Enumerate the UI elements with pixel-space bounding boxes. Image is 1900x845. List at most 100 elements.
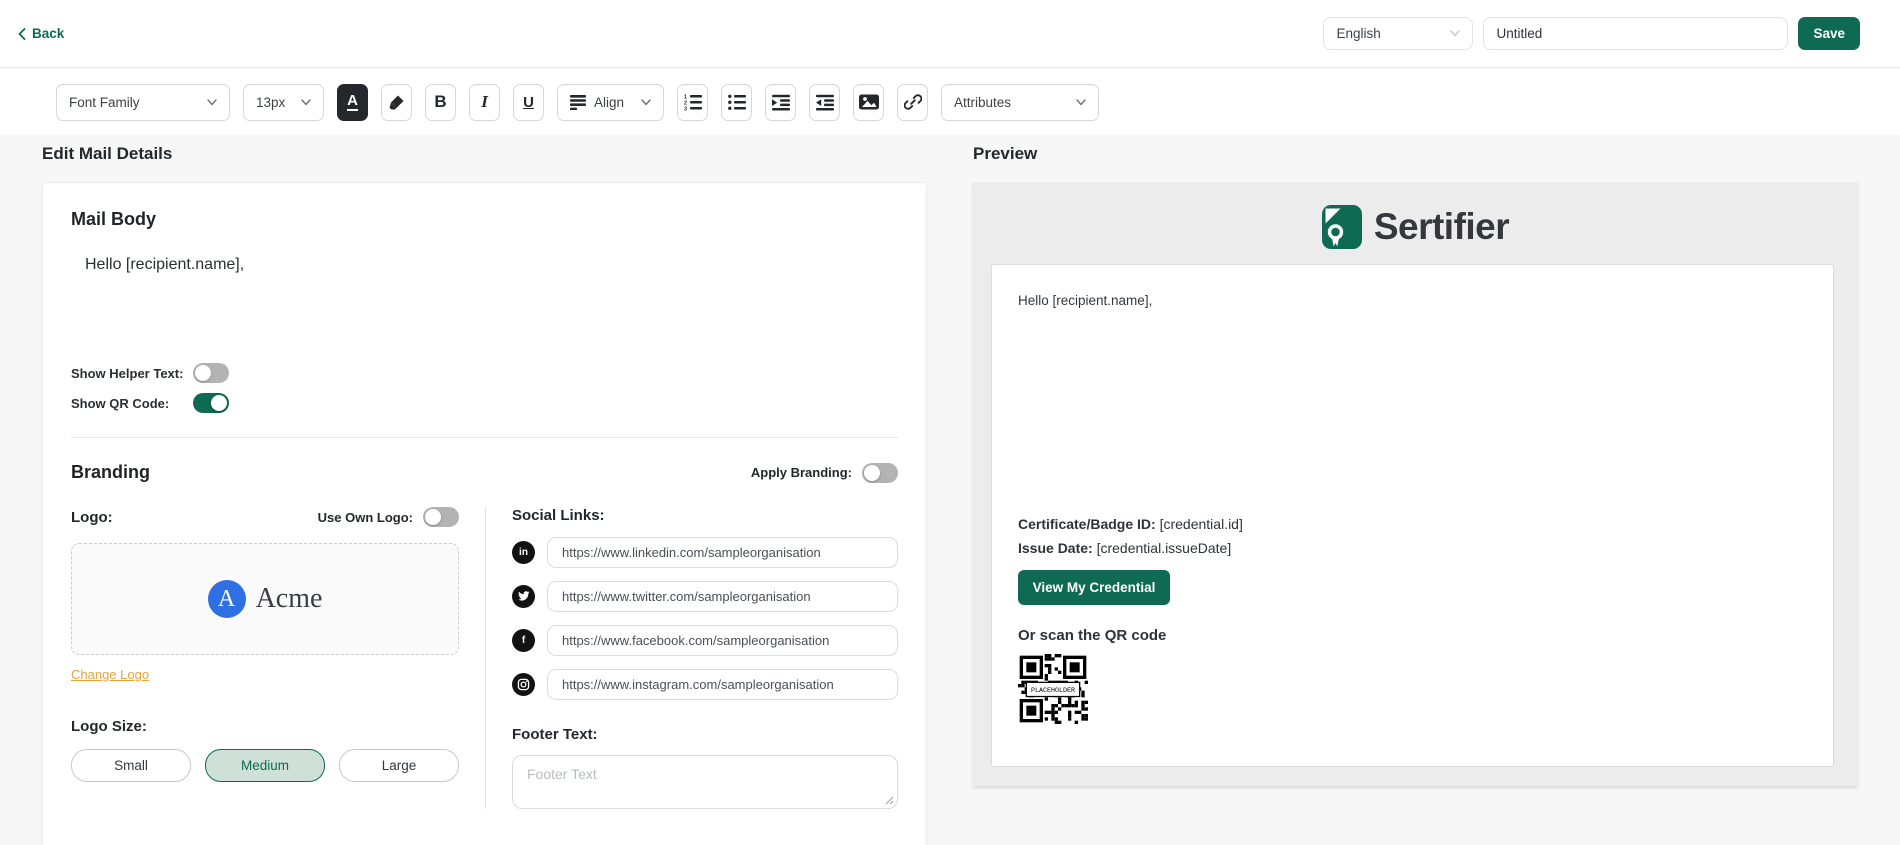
email-preview-card: Hello [recipient.name], Certificate/Badg… (991, 264, 1834, 767)
branding-header: Branding Apply Branding: (71, 462, 898, 483)
linkedin-row: in (512, 537, 898, 568)
use-own-logo-label: Use Own Logo: (318, 510, 413, 525)
underline-button[interactable]: U (513, 84, 544, 121)
italic-button[interactable]: I (469, 84, 500, 121)
align-value: Align (594, 95, 633, 110)
ordered-list-icon: 123 (684, 94, 702, 111)
attributes-select[interactable]: Attributes (941, 84, 1099, 121)
bold-button[interactable]: B (425, 84, 456, 121)
sertifier-logo-icon (1322, 205, 1362, 249)
twitter-row (512, 581, 898, 612)
qr-code-label: Show QR Code: (71, 396, 193, 411)
chevron-down-icon (641, 99, 651, 106)
rich-text-toolbar: Font Family 13px A B I U Align 123 (0, 69, 1900, 135)
issue-date-value: [credential.issueDate] (1097, 540, 1232, 556)
outdent-icon (816, 94, 834, 111)
logo-size-large-button[interactable]: Large (339, 749, 459, 782)
branding-title: Branding (71, 462, 150, 483)
credential-id-line: Certificate/Badge ID: [credential.id] (1018, 516, 1807, 532)
chevron-left-icon (18, 28, 26, 40)
toggle-knob (864, 465, 880, 481)
logo-size-label: Logo Size: (71, 718, 459, 735)
back-button[interactable]: Back (18, 26, 64, 41)
highlighter-icon (388, 94, 405, 111)
mail-body-editor[interactable]: Hello [recipient.name], (71, 248, 898, 353)
credential-id-label: Certificate/Badge ID: (1018, 516, 1156, 532)
credential-block: Certificate/Badge ID: [credential.id] Is… (1018, 516, 1807, 724)
logo-size-medium-button[interactable]: Medium (205, 749, 325, 782)
header-bar: Back English Save (0, 0, 1900, 68)
font-family-value: Font Family (69, 95, 199, 110)
align-left-icon (570, 94, 586, 110)
bullet-list-button[interactable] (721, 84, 752, 121)
helper-text-label: Show Helper Text: (71, 366, 193, 381)
twitter-url-input[interactable] (547, 581, 898, 612)
font-size-select[interactable]: 13px (243, 84, 324, 121)
branding-columns: Logo: Use Own Logo: A Acme Change Logo L… (71, 507, 898, 809)
outdent-button[interactable] (809, 84, 840, 121)
facebook-icon: f (512, 629, 535, 652)
helper-text-row: Show Helper Text: (71, 363, 898, 383)
change-logo-link[interactable]: Change Logo (71, 667, 149, 682)
helper-text-toggle[interactable] (193, 363, 229, 383)
apply-branding-label: Apply Branding: (751, 465, 852, 480)
insert-link-button[interactable] (897, 84, 928, 121)
font-size-value: 13px (256, 95, 293, 110)
back-label: Back (32, 26, 64, 41)
text-color-icon: A (347, 93, 358, 111)
bullet-list-icon (728, 94, 746, 111)
column-divider (485, 507, 486, 809)
credential-id-value: [credential.id] (1160, 516, 1243, 532)
edit-mail-card: Mail Body Hello [recipient.name], Show H… (42, 182, 927, 845)
facebook-url-input[interactable] (547, 625, 898, 656)
social-links-label: Social Links: (512, 507, 898, 524)
insert-image-button[interactable] (853, 84, 884, 121)
chevron-down-icon (301, 99, 311, 106)
logo-size-small-button[interactable]: Small (71, 749, 191, 782)
toggle-knob (195, 365, 211, 381)
image-icon (859, 94, 879, 110)
font-family-select[interactable]: Font Family (56, 84, 230, 121)
toggle-knob (211, 395, 227, 411)
instagram-url-input[interactable] (547, 669, 898, 700)
italic-icon: I (481, 92, 488, 112)
apply-branding-toggle[interactable] (862, 463, 898, 483)
qr-code-toggle[interactable] (193, 393, 229, 413)
ordered-list-button[interactable]: 123 (677, 84, 708, 121)
underline-icon: U (523, 94, 534, 111)
text-color-button[interactable]: A (337, 84, 368, 121)
indent-icon (772, 94, 790, 111)
linkedin-url-input[interactable] (547, 537, 898, 568)
instagram-icon (512, 673, 535, 696)
language-select[interactable]: English (1323, 17, 1473, 50)
qr-code-row: Show QR Code: (71, 393, 898, 413)
chevron-down-icon (207, 99, 217, 106)
logo-size-buttons: Small Medium Large (71, 749, 459, 782)
mail-body-title: Mail Body (71, 209, 898, 230)
link-icon (904, 93, 922, 111)
align-select[interactable]: Align (557, 84, 664, 121)
highlight-color-button[interactable] (381, 84, 412, 121)
acme-logo-mark: A (208, 580, 246, 618)
logo-label: Logo: (71, 509, 113, 526)
section-divider (71, 437, 898, 438)
edit-panel-title: Edit Mail Details (42, 144, 172, 164)
mail-template-editor-page: Back English Save Font Family 13px A B (0, 0, 1900, 845)
qr-placeholder-text: PLACEHOLDER (1031, 686, 1075, 694)
social-column: Social Links: in f (512, 507, 898, 809)
facebook-row: f (512, 625, 898, 656)
header-actions: English Save (1323, 17, 1860, 50)
toggle-knob (425, 509, 441, 525)
linkedin-icon: in (512, 541, 535, 564)
preview-greeting: Hello [recipient.name], (1018, 293, 1807, 308)
footer-text-input[interactable] (512, 755, 898, 809)
use-own-logo-toggle[interactable] (423, 507, 459, 527)
indent-button[interactable] (765, 84, 796, 121)
svg-text:3: 3 (684, 106, 687, 110)
footer-text-label: Footer Text: (512, 726, 898, 743)
view-credential-button[interactable]: View My Credential (1018, 570, 1170, 605)
sertifier-brand: Sertifier (973, 202, 1858, 252)
template-title-input[interactable] (1483, 17, 1788, 50)
save-button[interactable]: Save (1798, 17, 1860, 50)
preview-panel-title: Preview (973, 144, 1037, 164)
